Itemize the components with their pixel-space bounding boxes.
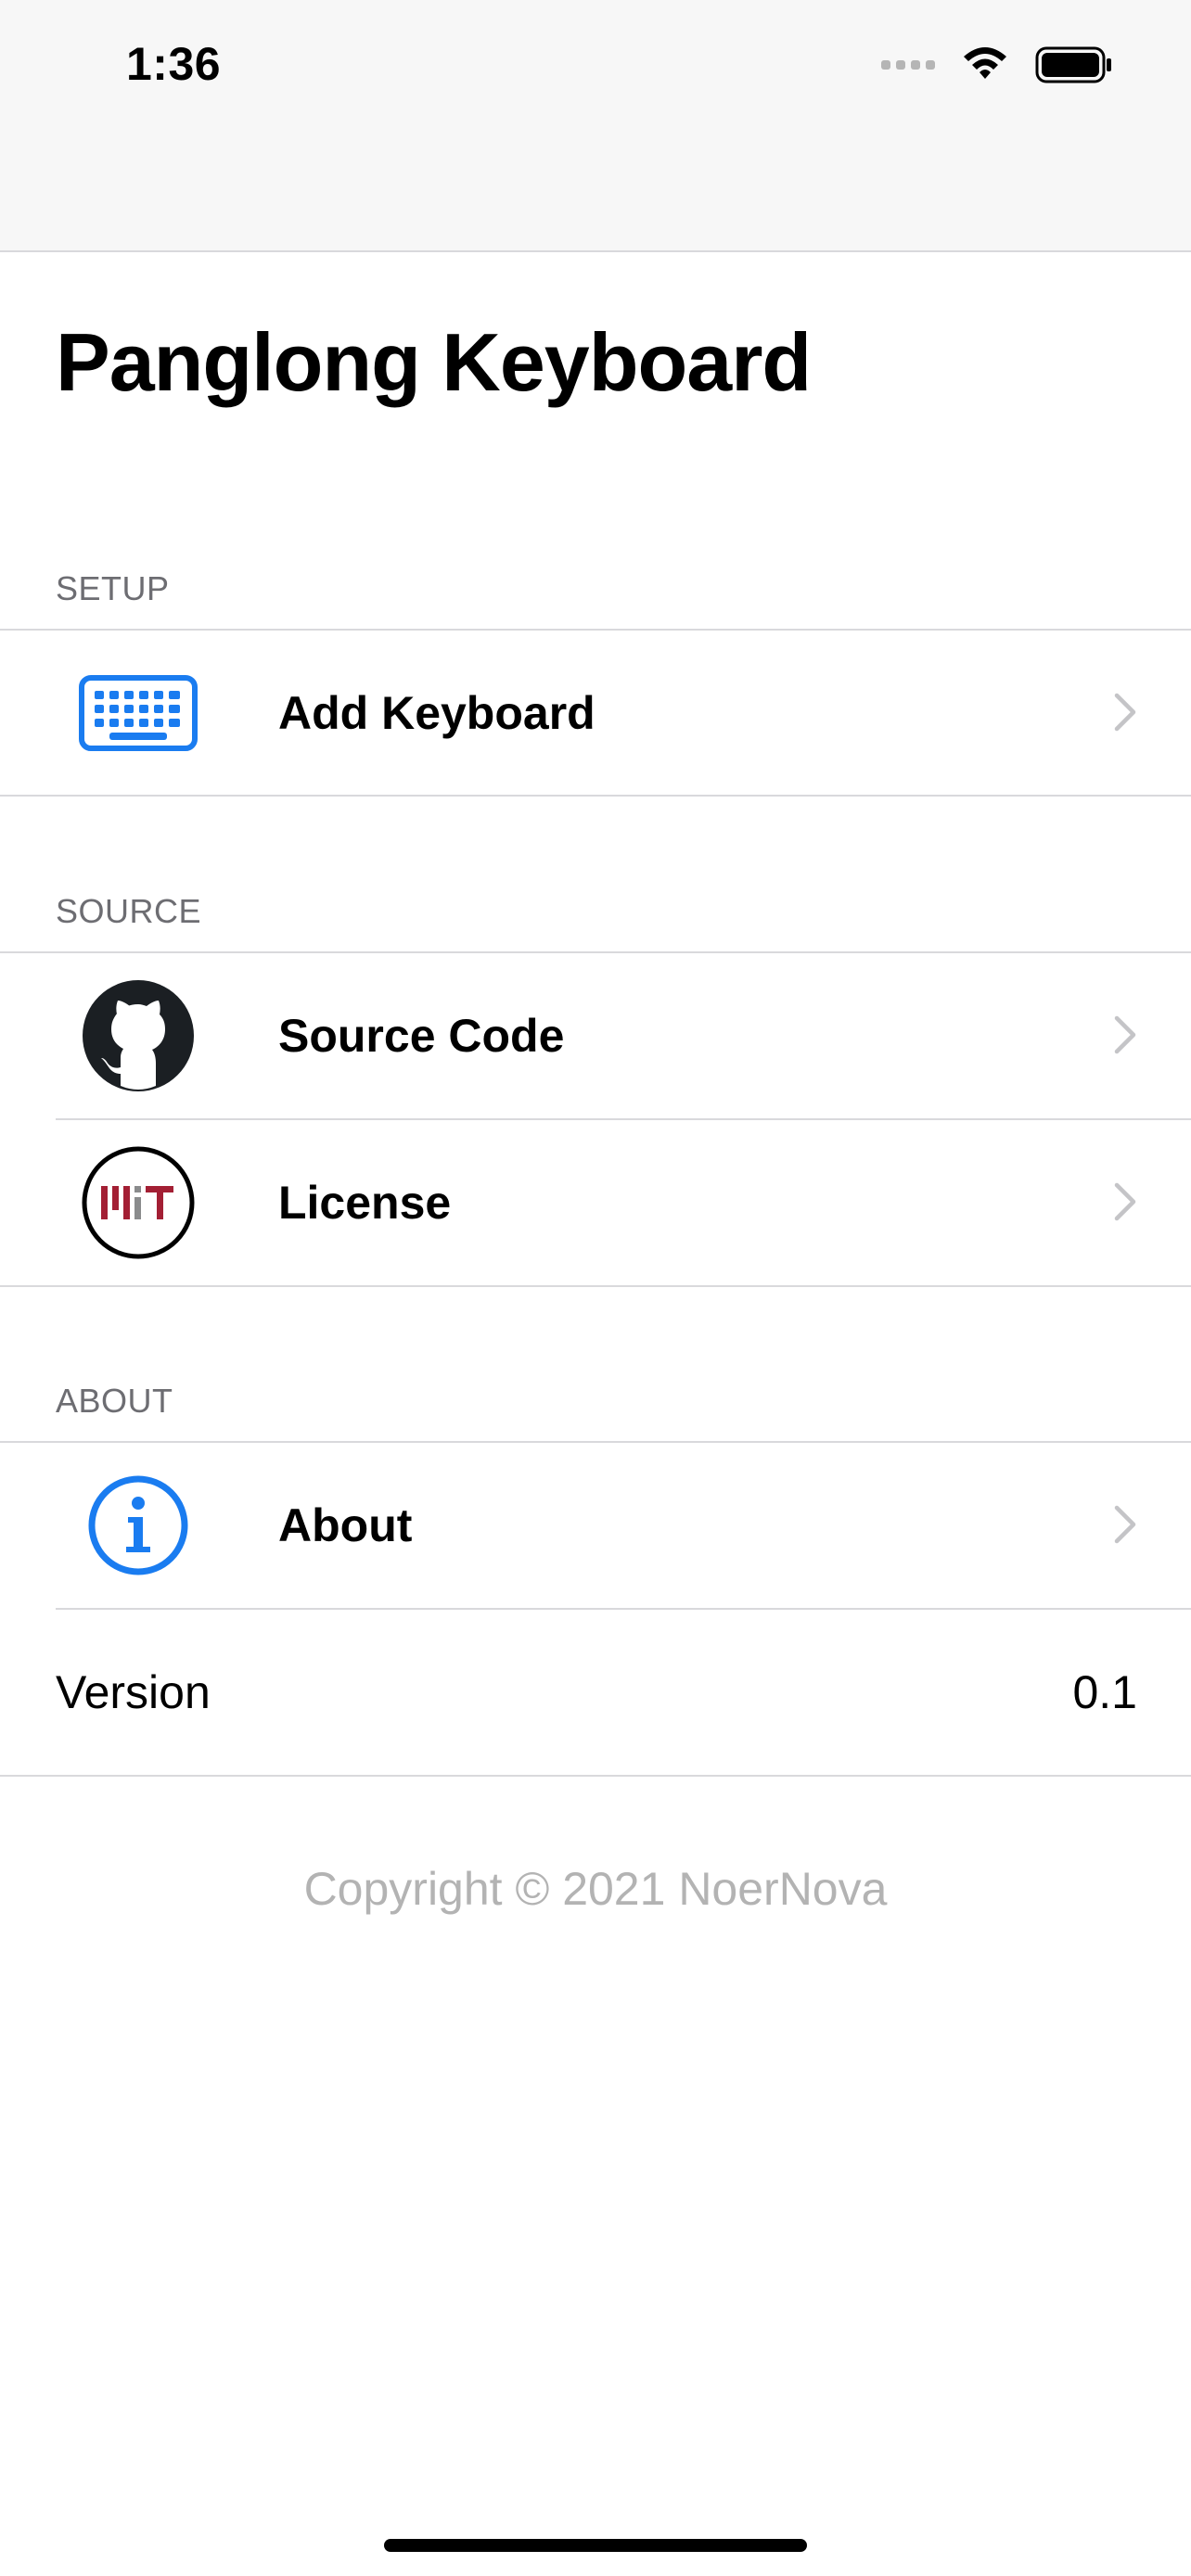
chevron-right-icon [1114, 1505, 1136, 1544]
section-header-about: ABOUT [56, 1382, 173, 1420]
divider [0, 1775, 1191, 1777]
status-bar: 1:36 [0, 0, 1191, 252]
status-icons [881, 46, 1113, 83]
chevron-right-icon [1114, 1015, 1136, 1054]
divider [0, 795, 1191, 797]
add-keyboard-label: Add Keyboard [278, 687, 596, 739]
version-label: Version [56, 1666, 211, 1718]
divider [0, 1285, 1191, 1287]
keyboard-icon [78, 655, 198, 772]
battery-icon [1035, 46, 1111, 83]
chevron-right-icon [1114, 1182, 1136, 1221]
source-code-label: Source Code [278, 1010, 565, 1062]
section-header-setup: SETUP [56, 569, 170, 607]
about-label: About [278, 1499, 413, 1551]
info-icon [78, 1467, 198, 1584]
section-header-source: SOURCE [56, 892, 202, 930]
chevron-right-icon [1114, 693, 1136, 732]
page-title: Panglong Keyboard [56, 316, 812, 408]
add-keyboard-row[interactable]: Add Keyboard [0, 631, 1191, 796]
signal-icon [881, 60, 935, 70]
version-value: 0.1 [1072, 1666, 1137, 1718]
home-indicator[interactable] [384, 2539, 807, 2552]
license-label: License [278, 1177, 452, 1229]
wifi-icon [964, 47, 1006, 79]
copyright-text: Copyright © 2021 NoerNova [303, 1863, 888, 1915]
github-icon [78, 977, 198, 1094]
status-time: 1:36 [126, 38, 222, 90]
version-row: Version 0.1 [0, 1610, 1191, 1775]
about-row[interactable]: About [0, 1443, 1191, 1608]
mit-license-icon [78, 1144, 198, 1261]
license-row[interactable]: License [0, 1120, 1191, 1285]
source-code-row[interactable]: Source Code [0, 953, 1191, 1118]
